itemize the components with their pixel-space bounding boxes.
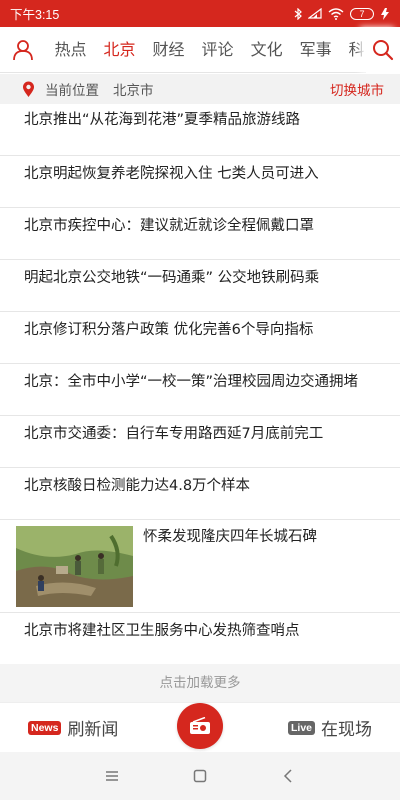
live-button[interactable]: Live 在现场 xyxy=(287,715,372,740)
switch-city-link[interactable]: 切换城市 xyxy=(330,79,384,99)
refresh-news-label: 刷新闻 xyxy=(67,720,119,740)
home-button[interactable] xyxy=(190,766,210,786)
charging-icon xyxy=(381,7,389,20)
news-item-with-image[interactable]: 怀柔发现隆庆四年长城石碑 xyxy=(0,520,400,613)
news-item[interactable]: 北京核酸日检测能力达4.8万个样本 xyxy=(0,468,400,520)
news-item[interactable]: 北京市疾控中心：建议就近就诊全程佩戴口罩 xyxy=(0,208,400,260)
bluetooth-icon xyxy=(294,7,302,20)
location-pin-icon xyxy=(22,81,35,98)
news-item[interactable]: 北京市交通委：自行车专用路西延7月底前完工 xyxy=(0,416,400,468)
back-button[interactable] xyxy=(278,766,298,786)
radio-icon xyxy=(190,717,210,734)
tab-culture[interactable]: 文化 xyxy=(242,27,291,73)
news-badge: News xyxy=(28,720,62,735)
tab-hot[interactable]: 热点 xyxy=(46,27,95,73)
wifi-icon xyxy=(328,7,344,20)
news-title: 北京核酸日检测能力达4.8万个样本 xyxy=(24,478,251,494)
live-label: 在现场 xyxy=(321,720,372,740)
signal-icon xyxy=(308,8,322,19)
top-navigation: 热点 北京 财经 评论 文化 军事 科 xyxy=(0,26,400,73)
status-time: 下午3:15 xyxy=(10,8,60,22)
tab-commentary[interactable]: 评论 xyxy=(193,27,242,73)
news-title: 北京明起恢复养老院探视入住 七类人员可进入 xyxy=(24,166,319,182)
news-title: 北京：全市中小学“一校一策”治理校园周边交通拥堵 xyxy=(24,374,359,390)
load-more-button[interactable]: 点击加载更多 xyxy=(0,664,400,702)
live-badge: Live xyxy=(287,720,315,735)
location-bar: 当前位置 北京市 切换城市 xyxy=(0,74,400,104)
current-city: 北京市 xyxy=(113,83,154,99)
news-item[interactable]: 北京：全市中小学“一校一策”治理校园周边交通拥堵 xyxy=(0,364,400,416)
tab-science[interactable]: 科 xyxy=(340,27,366,73)
refresh-news-button[interactable]: News 刷新闻 xyxy=(28,715,118,740)
news-item[interactable]: 北京推出“从花海到花港”夏季精品旅游线路 xyxy=(0,104,400,156)
tab-beijing[interactable]: 北京 xyxy=(95,27,144,73)
battery-indicator: 7 xyxy=(350,7,374,20)
news-title: 明起北京公交地铁“一码通乘” 公交地铁刷码乘 xyxy=(24,270,320,286)
current-location-label: 当前位置 xyxy=(45,83,99,99)
home-icon xyxy=(193,769,207,783)
bottom-bar: News 刷新闻 Live 在现场 xyxy=(0,702,400,752)
news-title: 北京市将建社区卫生服务中心发热筛查哨点 xyxy=(24,623,300,639)
news-item[interactable]: 北京市将建社区卫生服务中心发热筛查哨点 xyxy=(0,613,400,665)
news-title: 北京推出“从花海到花港”夏季精品旅游线路 xyxy=(24,112,301,128)
status-icons: 7 xyxy=(294,7,390,20)
menu-button[interactable] xyxy=(102,766,122,786)
back-icon xyxy=(283,769,292,783)
news-thumbnail xyxy=(16,526,133,607)
radio-button[interactable] xyxy=(177,703,223,749)
user-icon xyxy=(13,39,33,60)
status-bar: 下午3:15 7 xyxy=(0,0,400,27)
news-title: 北京市交通委：自行车专用路西延7月底前完工 xyxy=(24,426,324,442)
menu-icon xyxy=(106,771,118,781)
tab-finance[interactable]: 财经 xyxy=(144,27,193,73)
tab-military[interactable]: 军事 xyxy=(291,27,340,73)
news-title: 北京修订积分落户政策 优化完善6个导向指标 xyxy=(24,322,314,338)
news-title: 北京市疾控中心：建议就近就诊全程佩戴口罩 xyxy=(24,218,314,234)
news-item[interactable]: 明起北京公交地铁“一码通乘” 公交地铁刷码乘 xyxy=(0,260,400,312)
search-icon xyxy=(373,39,394,60)
news-item[interactable]: 北京明起恢复养老院探视入住 七类人员可进入 xyxy=(0,156,400,208)
news-title: 怀柔发现隆庆四年长城石碑 xyxy=(143,529,317,545)
news-item[interactable]: 北京修订积分落户政策 优化完善6个导向指标 xyxy=(0,312,400,364)
search-button[interactable] xyxy=(366,26,400,73)
category-tabs: 热点 北京 财经 评论 文化 军事 科 xyxy=(46,27,366,73)
system-nav-bar xyxy=(0,752,400,800)
news-list: 北京推出“从花海到花港”夏季精品旅游线路 北京明起恢复养老院探视入住 七类人员可… xyxy=(0,104,400,665)
user-button[interactable] xyxy=(0,27,46,73)
